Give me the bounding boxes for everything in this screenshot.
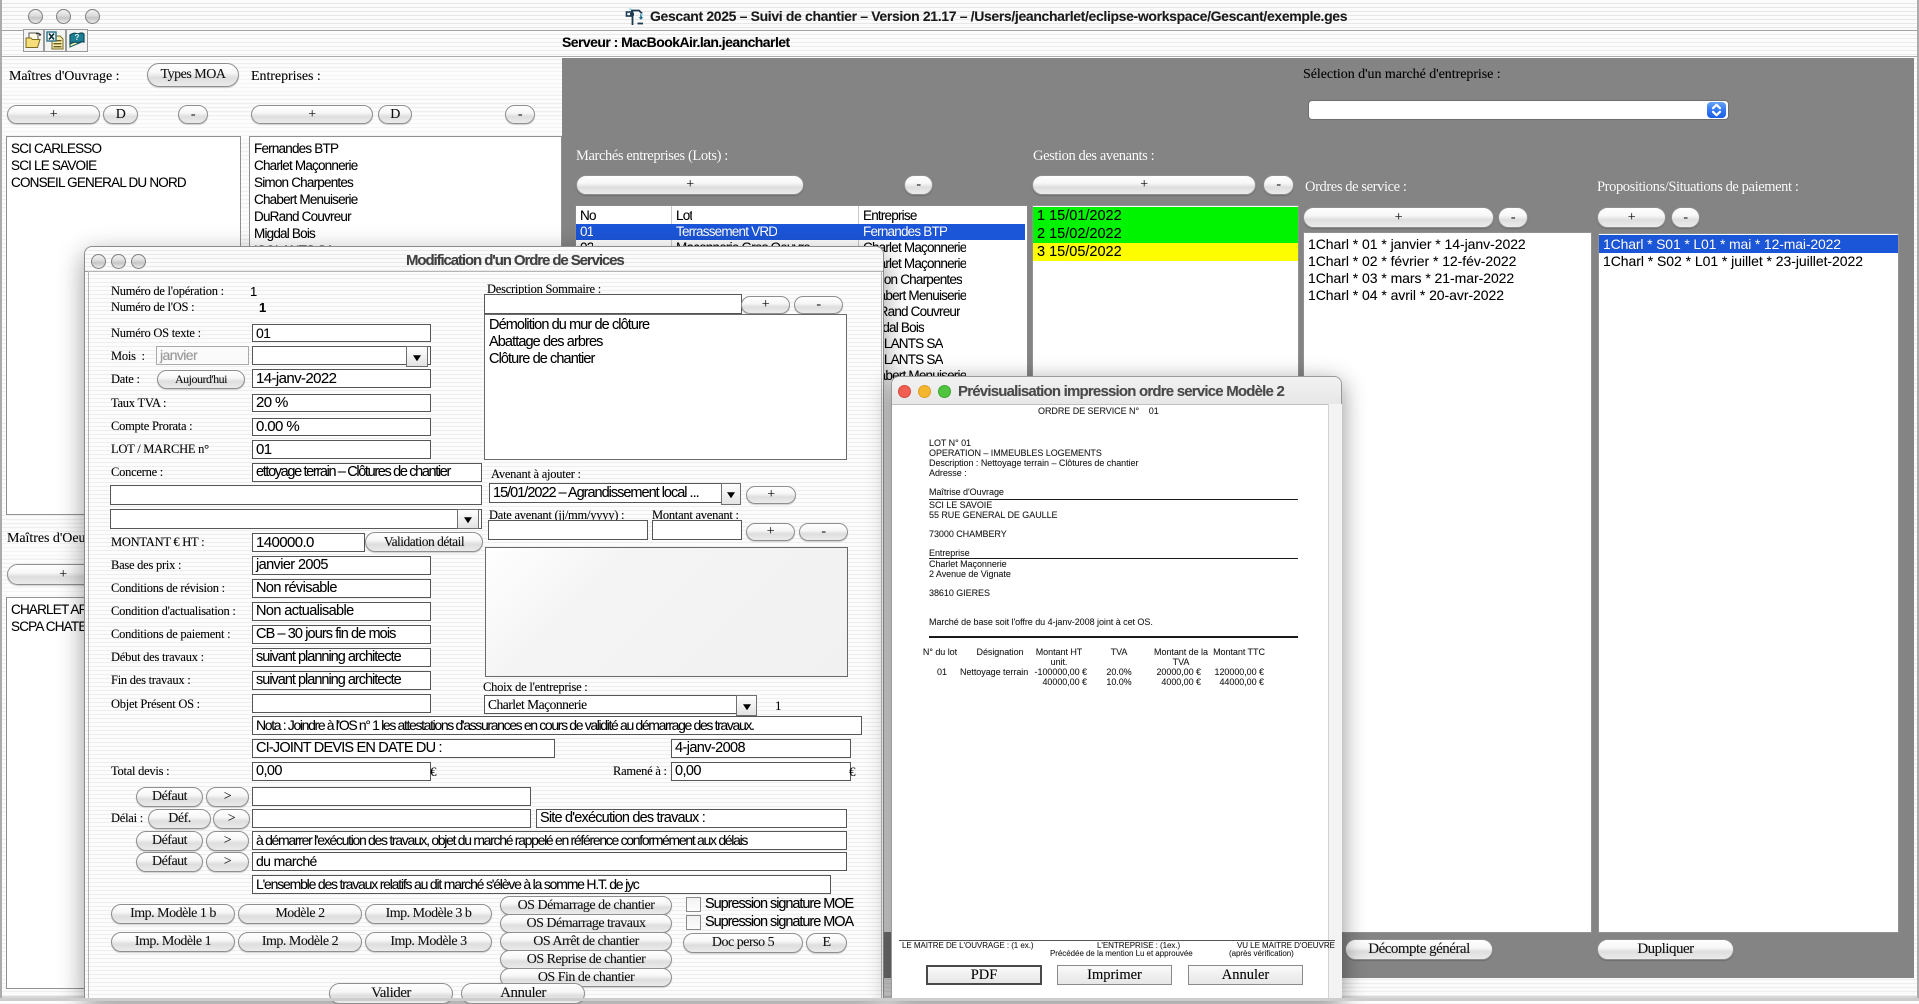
svg-text:?: ? — [75, 33, 80, 42]
